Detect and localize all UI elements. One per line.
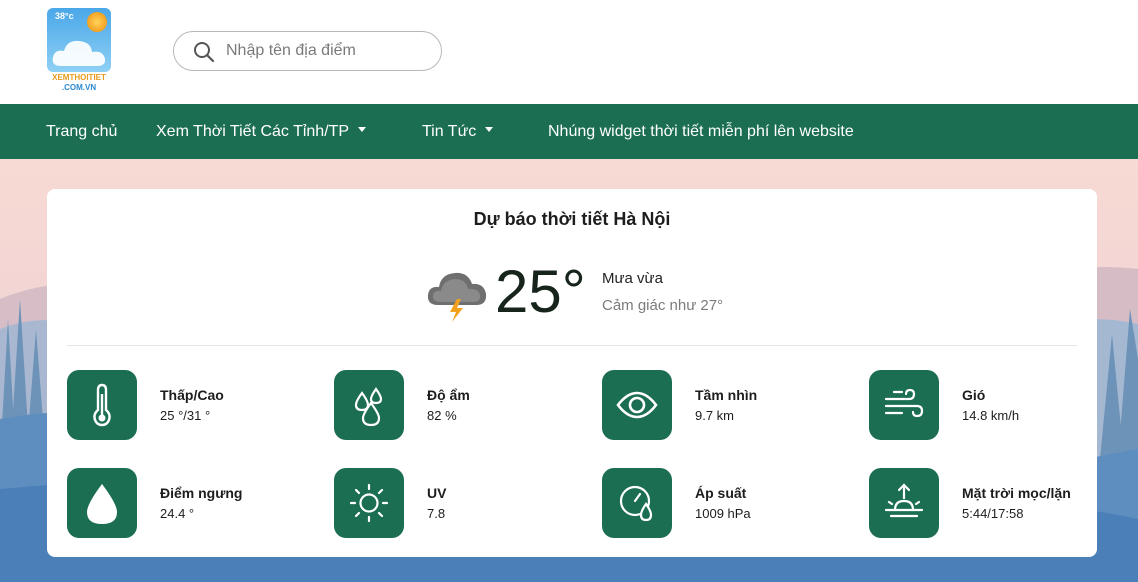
main-nav: Trang chủ Xem Thời Tiết Các Tỉnh/TP Tin … xyxy=(0,104,1138,159)
forecast-title: Dự báo thời tiết Hà Nội xyxy=(473,209,671,229)
stat-sunrise-sunset: Mặt trời mọc/lặn 5:44/17:58 xyxy=(869,468,1129,538)
caret-down-icon xyxy=(485,127,494,133)
wind-icon xyxy=(884,388,924,418)
stat-icon-box xyxy=(602,370,672,440)
nav-item-label: Tin Tức xyxy=(422,123,477,140)
stat-pressure: Áp suất 1009 hPa xyxy=(602,468,862,538)
nav-item-label: Xem Thời Tiết Các Tỉnh/TP xyxy=(156,123,350,140)
nav-item-news[interactable]: Tin Tức xyxy=(422,104,494,159)
stat-label: Độ ẩm xyxy=(427,387,470,403)
logo-image: 38°c xyxy=(47,8,111,72)
search-input[interactable] xyxy=(226,40,426,62)
stat-label: Gió xyxy=(962,387,986,403)
stat-value: 7.8 xyxy=(427,506,446,521)
stat-icon-box xyxy=(602,468,672,538)
eye-icon xyxy=(616,391,658,419)
stat-label: Áp suất xyxy=(695,485,747,501)
stat-dew-point: Điểm ngưng 24.4 ° xyxy=(67,468,327,538)
stat-value: 25 °/31 ° xyxy=(160,408,211,423)
stat-value: 24.4 ° xyxy=(160,506,195,521)
nav-item-widget[interactable]: Nhúng widget thời tiết miễn phí lên webs… xyxy=(548,104,854,159)
nav-item-label: Trang chủ xyxy=(46,123,118,140)
stat-icon-box xyxy=(67,468,137,538)
divider xyxy=(67,345,1077,346)
logo-text: XEMTHOITIET xyxy=(52,73,106,82)
stat-icon-box xyxy=(869,370,939,440)
sun-icon xyxy=(349,483,389,523)
site-logo[interactable]: 38°c XEMTHOITIET .COM.VN xyxy=(46,8,112,96)
stat-icon-box xyxy=(869,468,939,538)
forecast-card: Dự báo thời tiết Hà Nội 25° Mưa vừa Cảm … xyxy=(47,189,1097,557)
stat-label: Thấp/Cao xyxy=(160,387,224,403)
stat-uv: UV 7.8 xyxy=(334,468,594,538)
stat-value: 9.7 km xyxy=(695,408,735,423)
pressure-gauge-icon xyxy=(619,485,653,522)
stat-value: 1009 hPa xyxy=(695,506,751,521)
logo-temp: 38°c xyxy=(55,11,74,21)
feels-like: Cảm giác như 27° xyxy=(602,297,724,314)
dew-drop-icon xyxy=(87,484,117,524)
nav-item-home[interactable]: Trang chủ xyxy=(46,104,117,159)
stat-label: UV xyxy=(427,485,447,501)
stat-icon-box xyxy=(67,370,137,440)
caret-down-icon xyxy=(358,127,367,133)
stat-label: Điểm ngưng xyxy=(160,485,243,501)
stat-wind: Gió 14.8 km/h xyxy=(869,370,1129,440)
humidity-icon xyxy=(354,387,383,427)
nav-item-label: Nhúng widget thời tiết miễn phí lên webs… xyxy=(548,123,854,140)
stat-visibility: Tầm nhìn 9.7 km xyxy=(602,370,862,440)
stat-label: Mặt trời mọc/lặn xyxy=(962,485,1071,501)
stat-value: 14.8 km/h xyxy=(962,408,1020,423)
stat-icon-box xyxy=(334,370,404,440)
logo-domain: .COM.VN xyxy=(61,83,97,92)
nav-item-provinces[interactable]: Xem Thời Tiết Các Tỉnh/TP xyxy=(156,104,367,159)
sunrise-icon xyxy=(884,483,924,518)
stat-value: 5:44/17:58 xyxy=(962,506,1024,521)
logo-cloud-icon xyxy=(52,40,106,66)
current-temperature: 25° xyxy=(495,258,586,325)
site-header: 38°c XEMTHOITIET .COM.VN xyxy=(0,0,1138,104)
stat-icon-box xyxy=(334,468,404,538)
thunderstorm-cloud-icon xyxy=(427,272,487,322)
stat-humidity: Độ ẩm 82 % xyxy=(334,370,594,440)
weather-condition: Mưa vừa xyxy=(602,270,663,287)
stat-label: Tầm nhìn xyxy=(695,387,758,403)
logo-sun-icon xyxy=(87,12,107,32)
search-box[interactable] xyxy=(173,31,442,71)
stat-low-high: Thấp/Cao 25 °/31 ° xyxy=(67,370,327,440)
stat-value: 82 % xyxy=(427,408,457,423)
thermometer-icon xyxy=(93,383,111,427)
search-icon[interactable] xyxy=(193,41,215,63)
